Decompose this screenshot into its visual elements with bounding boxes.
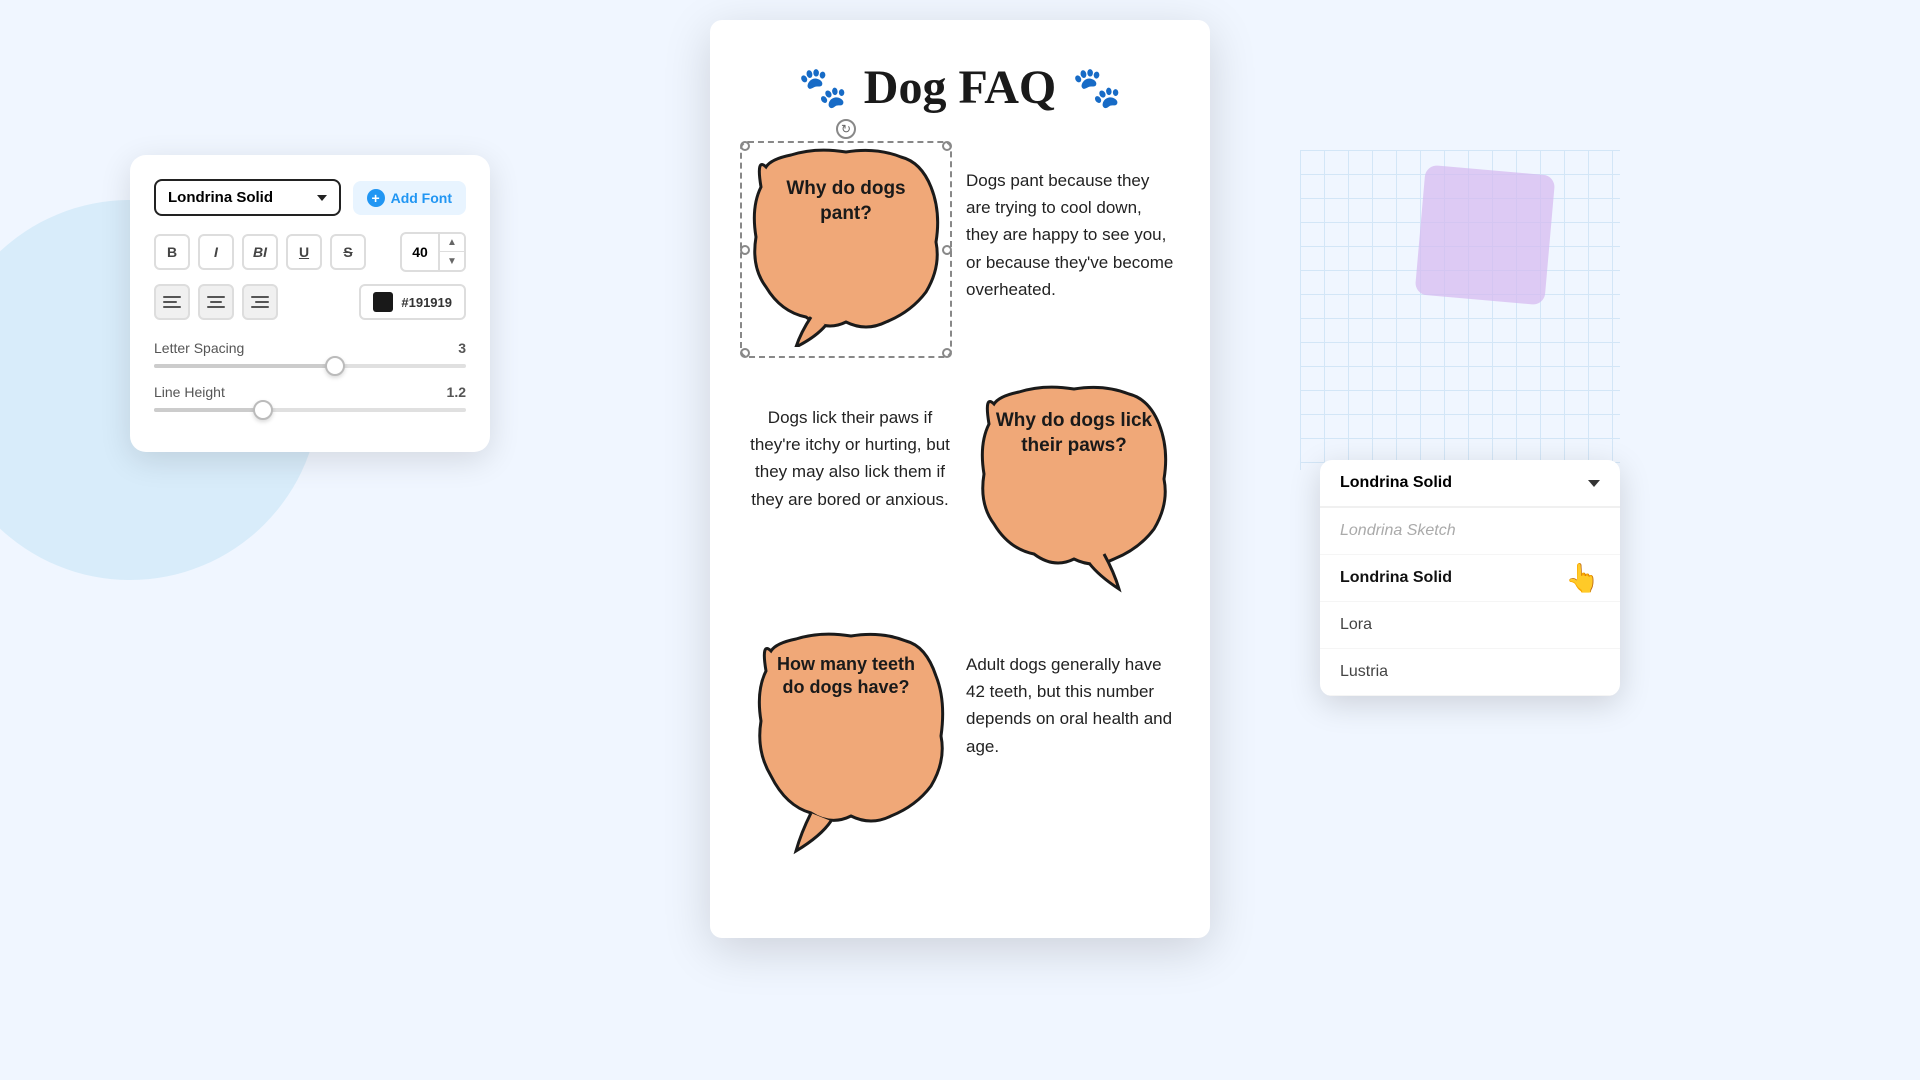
letter-spacing-track[interactable]	[154, 364, 466, 368]
font-list-header[interactable]: Londrina Solid	[1320, 460, 1620, 508]
align-left-icon	[163, 296, 181, 308]
resize-handle-tl[interactable]	[740, 141, 750, 151]
faq-answer-3: Adult dogs generally have 42 teeth, but …	[966, 631, 1174, 760]
line-height-section: Line Height 1.2	[154, 384, 466, 412]
color-picker[interactable]: #191919	[359, 284, 466, 320]
resize-handle-bl[interactable]	[740, 348, 750, 358]
align-center-icon	[207, 296, 225, 308]
add-font-plus-icon: +	[367, 189, 385, 207]
italic-button[interactable]: I	[198, 234, 234, 270]
text-formatting-panel: Londrina Solid + Add Font B I BI U S 40 …	[130, 155, 490, 452]
format-buttons-row: B I BI U S 40 ▲ ▼	[154, 232, 466, 272]
font-dropdown[interactable]: Londrina Solid	[154, 179, 341, 216]
poster-title: 🐾 Dog FAQ 🐾	[746, 60, 1174, 115]
font-list-item-londrina-solid[interactable]: Londrina Solid 👆	[1320, 555, 1620, 602]
speech-bubble-2[interactable]: Why do dogs lick their paws?	[974, 384, 1174, 599]
align-center-button[interactable]	[198, 284, 234, 320]
font-name: Londrina Solid	[168, 189, 273, 206]
font-size-arrows: ▲ ▼	[438, 234, 464, 270]
font-list-item-label: Londrina Solid	[1340, 569, 1452, 586]
font-list-item-lora[interactable]: Lora	[1320, 602, 1620, 649]
color-hex-value: #191919	[401, 295, 452, 310]
align-right-icon	[251, 296, 269, 308]
line-height-label: Line Height	[154, 384, 225, 400]
letter-spacing-fill	[154, 364, 335, 368]
rotate-handle[interactable]: ↻	[836, 119, 856, 139]
bubble-text-3: How many teeth do dogs have?	[764, 653, 928, 700]
speech-bubble-3[interactable]: How many teeth do dogs have?	[746, 631, 946, 866]
poster-title-text: Dog FAQ	[864, 60, 1056, 115]
color-swatch	[373, 292, 393, 312]
bold-italic-button[interactable]: BI	[242, 234, 278, 270]
paw-left-icon: 🐾	[798, 64, 848, 111]
resize-handle-tr[interactable]	[942, 141, 952, 151]
faq-row-1: ↻ Why do dogs pant? Dogs pant because th…	[746, 147, 1174, 352]
bubble-text-2: Why do dogs lick their paws?	[994, 409, 1154, 458]
font-selector-row: Londrina Solid + Add Font	[154, 179, 466, 216]
font-size-control: 40 ▲ ▼	[400, 232, 466, 272]
poster-container: 🐾 Dog FAQ 🐾 ↻ Why do dogs pant?	[710, 20, 1210, 1060]
letter-spacing-value: 3	[458, 340, 466, 356]
letter-spacing-section: Letter Spacing 3	[154, 340, 466, 368]
resize-handle-mr[interactable]	[942, 245, 952, 255]
resize-handle-br[interactable]	[942, 348, 952, 358]
add-font-label: Add Font	[391, 190, 452, 206]
font-list-item-lustria[interactable]: Lustria	[1320, 649, 1620, 696]
letter-spacing-label: Letter Spacing	[154, 340, 244, 356]
resize-handle-ml[interactable]	[740, 245, 750, 255]
line-height-thumb[interactable]	[253, 400, 273, 420]
line-height-value: 1.2	[447, 384, 466, 400]
paw-right-icon: 🐾	[1072, 64, 1122, 111]
letter-spacing-label-row: Letter Spacing 3	[154, 340, 466, 356]
bubble-text-1: Why do dogs pant?	[766, 177, 926, 226]
letter-spacing-thumb[interactable]	[325, 356, 345, 376]
font-list-panel: Londrina Solid Londrina Sketch Londrina …	[1320, 460, 1620, 696]
dropdown-arrow-icon	[317, 195, 327, 201]
font-size-down-button[interactable]: ▼	[440, 252, 464, 270]
font-list-item-londrina-sketch[interactable]: Londrina Sketch	[1320, 508, 1620, 555]
strikethrough-button[interactable]: S	[330, 234, 366, 270]
add-font-button[interactable]: + Add Font	[353, 181, 466, 215]
speech-bubble-1[interactable]: ↻ Why do dogs pant?	[746, 147, 946, 352]
underline-button[interactable]: U	[286, 234, 322, 270]
line-height-track[interactable]	[154, 408, 466, 412]
faq-answer-1: Dogs pant because they are trying to coo…	[966, 147, 1174, 303]
faq-answer-2: Dogs lick their paws if they're itchy or…	[746, 384, 954, 513]
line-height-label-row: Line Height 1.2	[154, 384, 466, 400]
font-list-selected: Londrina Solid	[1340, 474, 1452, 492]
font-dropdown-arrow-icon	[1588, 480, 1600, 487]
font-size-value: 40	[402, 244, 438, 260]
align-row: #191919	[154, 284, 466, 320]
background-purple-square	[1415, 165, 1556, 306]
align-left-button[interactable]	[154, 284, 190, 320]
poster: 🐾 Dog FAQ 🐾 ↻ Why do dogs pant?	[710, 20, 1210, 938]
bold-button[interactable]: B	[154, 234, 190, 270]
faq-row-2: Why do dogs lick their paws? Dogs lick t…	[746, 384, 1174, 599]
line-height-fill	[154, 408, 263, 412]
font-size-up-button[interactable]: ▲	[440, 234, 464, 252]
cursor-hand-icon: 👆	[1565, 562, 1600, 595]
faq-row-3: How many teeth do dogs have? Adult dogs …	[746, 631, 1174, 866]
align-right-button[interactable]	[242, 284, 278, 320]
